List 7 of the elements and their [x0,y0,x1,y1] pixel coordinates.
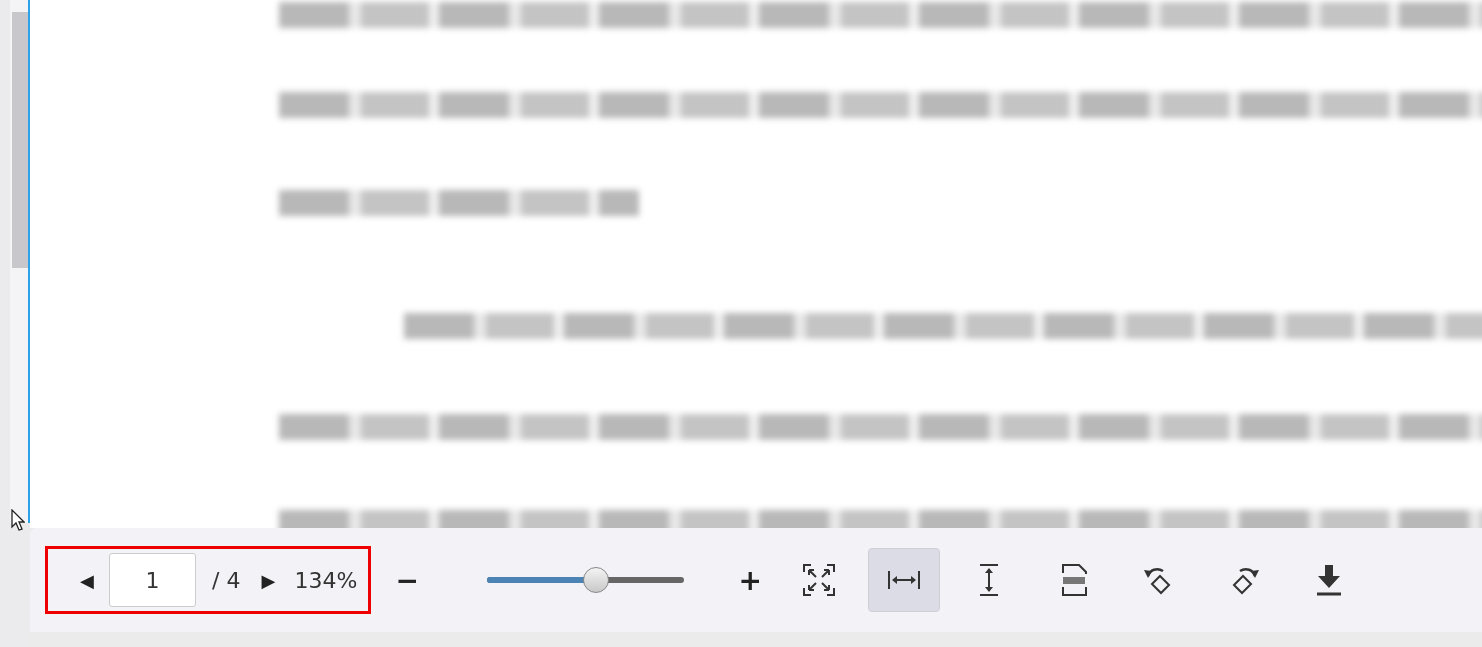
page-number-field[interactable]: 1 [109,553,196,607]
next-page-button[interactable]: ▶ [256,569,281,591]
zoom-in-button[interactable]: + [730,563,771,597]
zoom-percentage: 134% [294,567,358,593]
zoom-out-button[interactable]: − [387,563,428,597]
page-count: / 4 [212,567,241,593]
previous-page-button[interactable]: ◀ [75,569,99,591]
